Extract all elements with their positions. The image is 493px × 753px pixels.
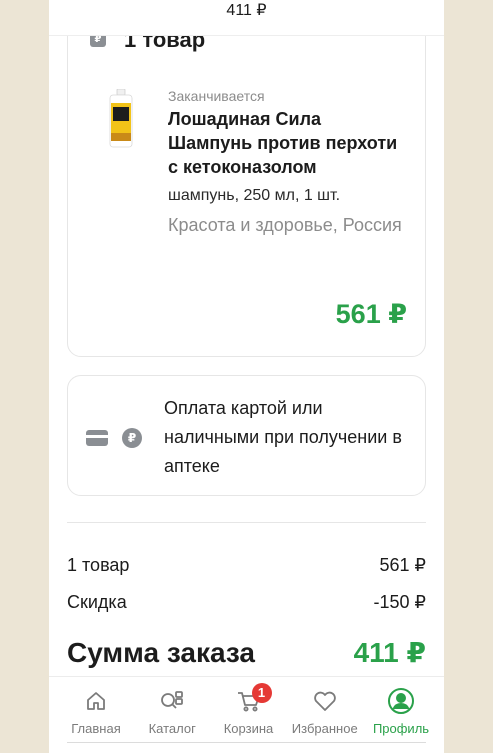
product-description: шампунь, 250 мл, 1 шт.	[168, 187, 341, 204]
total-label: Сумма заказа	[67, 637, 256, 668]
tab-favorites[interactable]: Избранное	[288, 687, 362, 753]
summary-discount-value: -150 ₽	[373, 592, 426, 612]
summary-discount-row: Скидка -150 ₽	[67, 590, 426, 614]
order-items-card: ₽ 1 товар Заканчивается Лошадиная Сила Ш…	[67, 0, 426, 357]
tab-profile[interactable]: Профиль	[364, 687, 438, 753]
tab-favorites-label: Избранное	[291, 721, 358, 736]
total-value: 411 ₽	[353, 637, 426, 668]
summary-items-value: 561 ₽	[379, 555, 427, 575]
tab-cart-label: Корзина	[223, 721, 274, 736]
heart-icon	[311, 687, 339, 715]
summary-items-row: 1 товар 561 ₽	[67, 553, 426, 577]
ruble-icon: ₽	[122, 428, 142, 448]
payment-icons: ₽	[86, 428, 142, 448]
tab-home[interactable]: Главная	[59, 687, 133, 753]
summary-items-label: 1 товар	[67, 555, 130, 575]
payment-text: Оплата картой или наличными при получени…	[164, 398, 402, 476]
product-name[interactable]: Лошадиная Сила Шампунь против перхоти с …	[168, 107, 408, 179]
summary-total-row: Сумма заказа 411 ₽	[67, 636, 426, 670]
product-image	[109, 89, 133, 148]
stock-status: Заканчивается	[168, 88, 265, 104]
header-total-value: 411 ₽	[226, 2, 267, 19]
screen: 411 ₽ ₽ 1 товар Заканчивается Лошадиная …	[49, 0, 444, 753]
product-category: Красота и здоровье, Россия	[168, 215, 402, 235]
profile-icon	[387, 687, 415, 715]
product-info: Заканчивается Лошадиная Сила Шампунь про…	[168, 87, 408, 237]
home-icon	[82, 687, 110, 715]
tab-catalog[interactable]: Каталог	[135, 687, 209, 753]
tab-cart[interactable]: 1 Корзина	[212, 683, 286, 753]
tab-home-label: Главная	[71, 721, 121, 736]
payment-card: ₽ Оплата картой или наличными при получе…	[67, 375, 426, 496]
card-icon	[86, 430, 108, 446]
cart-badge: 1	[251, 683, 272, 703]
product-price: 561 ₽	[335, 299, 407, 329]
summary-discount-label: Скидка	[67, 592, 127, 612]
catalog-icon	[158, 687, 186, 715]
divider	[67, 522, 426, 523]
tab-profile-label: Профиль	[372, 721, 430, 736]
tab-catalog-label: Каталог	[148, 721, 196, 736]
home-indicator	[67, 742, 426, 743]
header-total: 411 ₽	[49, 0, 444, 36]
